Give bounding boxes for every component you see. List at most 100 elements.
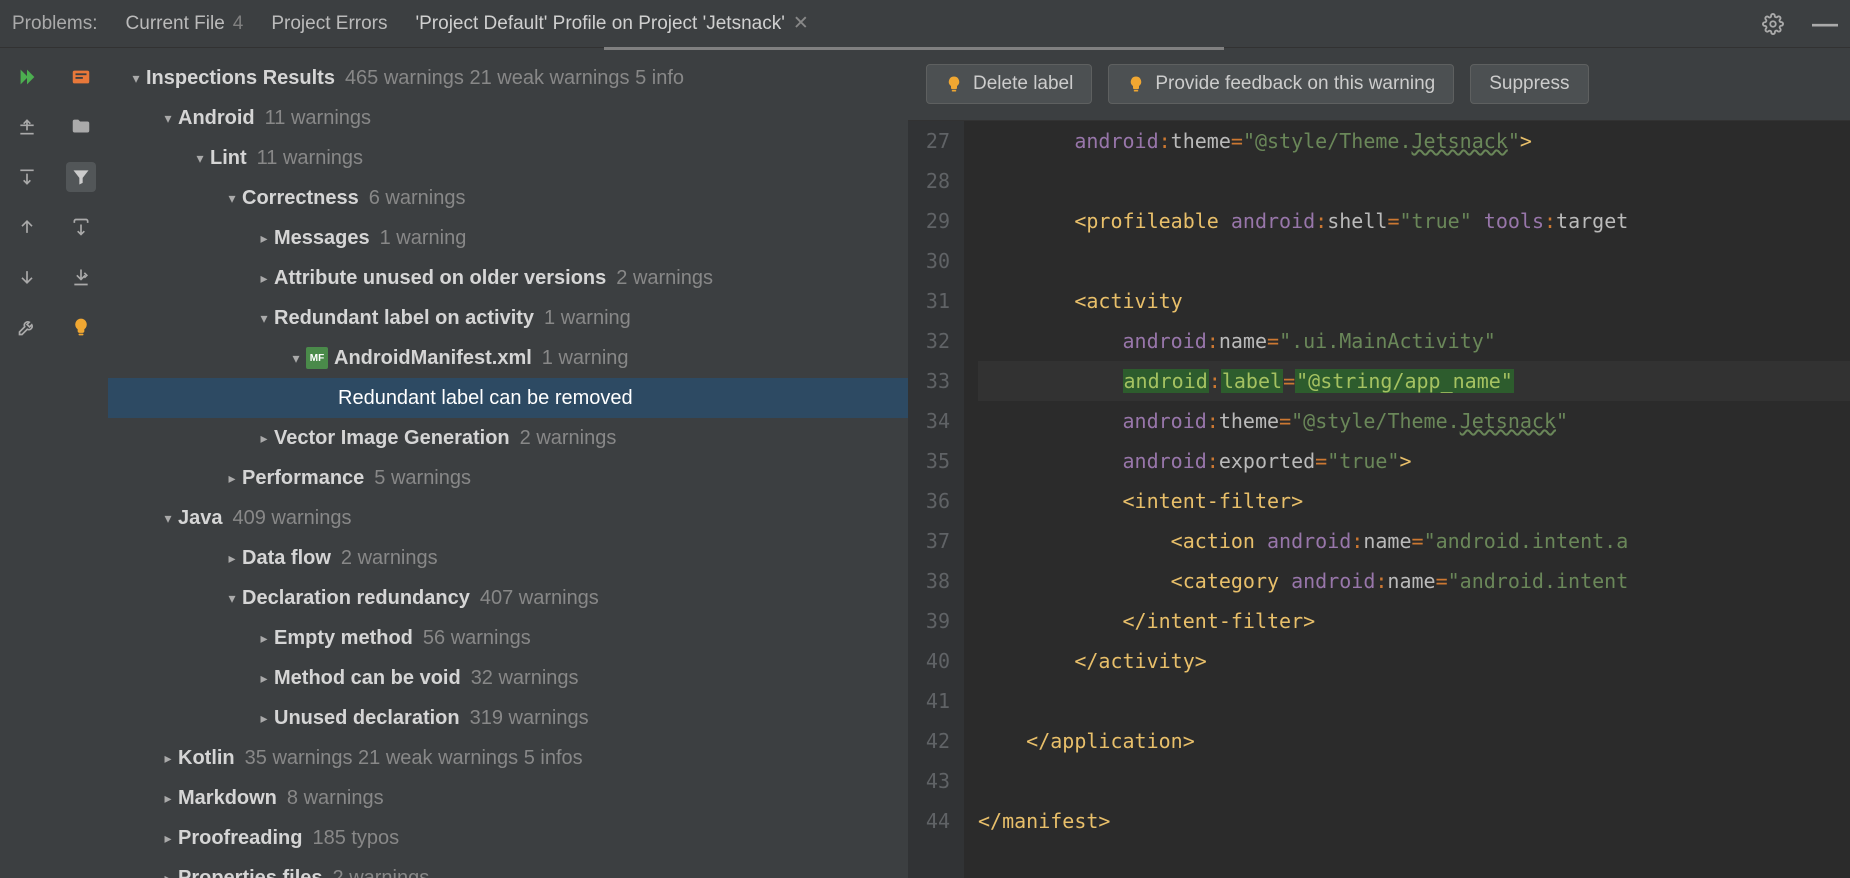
tree-meta: 319 warnings — [470, 707, 589, 730]
problems-label: Problems: — [12, 13, 98, 35]
export-icon[interactable] — [66, 212, 96, 242]
editor-pane: Delete label Provide feedback on this wa… — [908, 48, 1850, 878]
tree-meta: 1 warning — [380, 227, 467, 250]
tree-meta: 32 warnings — [471, 667, 579, 690]
tree-meta: 6 warnings — [369, 187, 466, 210]
tree-row[interactable]: ▸Proofreading185 typos — [108, 818, 908, 858]
tree-row[interactable]: ▾Lint 11 warnings — [108, 138, 908, 178]
import-icon[interactable] — [66, 262, 96, 292]
tree-label: Correctness — [242, 187, 359, 210]
tree-label: Proofreading — [178, 827, 302, 850]
suppress-button[interactable]: Suppress — [1470, 64, 1588, 104]
tree-meta: 1 warning — [542, 347, 629, 370]
tree-label: Attribute unused on older versions — [274, 267, 606, 290]
tree-row[interactable]: Redundant label can be removed — [108, 378, 908, 418]
chevron-right-icon[interactable]: ▸ — [158, 750, 178, 767]
tab-current-file[interactable]: Current File 4 — [126, 13, 244, 35]
tree-label: Android — [178, 107, 255, 130]
tree-label: Empty method — [274, 627, 413, 650]
chevron-right-icon[interactable]: ▸ — [222, 550, 242, 567]
collapse-all-icon[interactable] — [12, 162, 42, 192]
tree-meta: 2 warnings — [616, 267, 713, 290]
bulb-icon — [1127, 75, 1145, 93]
chevron-down-icon[interactable]: ▾ — [190, 150, 210, 167]
tree-meta: 2 warnings — [341, 547, 438, 570]
tree-row[interactable]: ▾Redundant label on activity 1 warning — [108, 298, 908, 338]
tab-project-errors[interactable]: Project Errors — [271, 13, 387, 35]
highlight-icon[interactable] — [66, 62, 96, 92]
tree-label: Vector Image Generation — [274, 427, 510, 450]
tree-label: AndroidManifest.xml — [334, 347, 532, 370]
expand-all-icon[interactable] — [12, 112, 42, 142]
tree-meta: 11 warnings — [257, 147, 363, 170]
tree-row[interactable]: ▾Java409 warnings — [108, 498, 908, 538]
tree-row[interactable]: ▸Markdown8 warnings — [108, 778, 908, 818]
tree-row[interactable]: ▾Correctness 6 warnings — [108, 178, 908, 218]
chevron-right-icon[interactable]: ▸ — [254, 670, 274, 687]
active-tab-underline — [604, 47, 1224, 50]
gear-icon[interactable] — [1762, 13, 1784, 35]
minimize-icon[interactable]: — — [1812, 8, 1838, 39]
tree-label: Lint — [210, 147, 247, 170]
tree-meta: 35 warnings 21 weak warnings 5 infos — [245, 747, 583, 770]
code-editor[interactable]: 272829303132333435363738394041424344 and… — [908, 121, 1850, 878]
chevron-down-icon[interactable]: ▾ — [158, 110, 178, 127]
chevron-right-icon[interactable]: ▸ — [254, 630, 274, 647]
tree-row[interactable]: ▸Data flow2 warnings — [108, 538, 908, 578]
chevron-down-icon[interactable]: ▾ — [158, 510, 178, 527]
tree-row[interactable]: ▸Empty method56 warnings — [108, 618, 908, 658]
tree-row[interactable]: ▸Performance5 warnings — [108, 458, 908, 498]
tree-label: Messages — [274, 227, 370, 250]
chevron-down-icon[interactable]: ▾ — [126, 70, 146, 87]
wrench-icon[interactable] — [12, 312, 42, 342]
tab-profile-jetsnack[interactable]: 'Project Default' Profile on Project 'Je… — [416, 12, 809, 35]
tree-row[interactable]: ▸Properties files2 warnings — [108, 858, 908, 878]
tree-label: Declaration redundancy — [242, 587, 470, 610]
tree-label: Java — [178, 507, 223, 530]
feedback-button[interactable]: Provide feedback on this warning — [1108, 64, 1454, 104]
tree-meta: 11 warnings — [265, 107, 371, 130]
chevron-right-icon[interactable]: ▸ — [158, 790, 178, 807]
tree-root[interactable]: ▾ Inspections Results 465 warnings 21 we… — [108, 58, 908, 98]
tree-label: Markdown — [178, 787, 277, 810]
tree-label: Redundant label on activity — [274, 307, 534, 330]
code-area[interactable]: android:theme="@style/Theme.Jetsnack"> <… — [964, 121, 1850, 878]
tree-meta: 407 warnings — [480, 587, 599, 610]
quickfix-actions: Delete label Provide feedback on this wa… — [908, 48, 1850, 121]
bulb-icon[interactable] — [66, 312, 96, 342]
chevron-down-icon[interactable]: ▾ — [222, 190, 242, 207]
tree-label: Redundant label can be removed — [338, 387, 633, 410]
tool-column-left2 — [54, 48, 108, 878]
chevron-right-icon[interactable]: ▸ — [254, 230, 274, 247]
folder-icon[interactable] — [66, 112, 96, 142]
chevron-right-icon[interactable]: ▸ — [254, 710, 274, 727]
close-icon[interactable]: ✕ — [793, 12, 809, 35]
next-icon[interactable] — [12, 262, 42, 292]
tree-meta: 2 warnings — [333, 867, 430, 878]
tree-row[interactable]: ▸Messages 1 warning — [108, 218, 908, 258]
rerun-icon[interactable] — [12, 62, 42, 92]
chevron-down-icon[interactable]: ▾ — [254, 310, 274, 327]
filter-icon[interactable] — [66, 162, 96, 192]
tree-meta: 1 warning — [544, 307, 631, 330]
tree-row[interactable]: ▸Vector Image Generation2 warnings — [108, 418, 908, 458]
tree-row[interactable]: ▾Android 11 warnings — [108, 98, 908, 138]
chevron-right-icon[interactable]: ▸ — [158, 870, 178, 878]
tree-row[interactable]: ▸Method can be void32 warnings — [108, 658, 908, 698]
problems-tabbar: Problems: Current File 4 Project Errors … — [0, 0, 1850, 48]
chevron-right-icon[interactable]: ▸ — [254, 270, 274, 287]
chevron-down-icon[interactable]: ▾ — [286, 350, 306, 367]
tree-row[interactable]: ▸Unused declaration319 warnings — [108, 698, 908, 738]
tree-row[interactable]: ▸Kotlin35 warnings 21 weak warnings 5 in… — [108, 738, 908, 778]
tree-row[interactable]: ▾Declaration redundancy 407 warnings — [108, 578, 908, 618]
chevron-down-icon[interactable]: ▾ — [222, 590, 242, 607]
chevron-right-icon[interactable]: ▸ — [254, 430, 274, 447]
inspections-tree[interactable]: ▾ Inspections Results 465 warnings 21 we… — [108, 48, 908, 878]
prev-icon[interactable] — [12, 212, 42, 242]
chevron-right-icon[interactable]: ▸ — [222, 470, 242, 487]
tree-row[interactable]: ▸Attribute unused on older versions 2 war… — [108, 258, 908, 298]
line-gutter: 272829303132333435363738394041424344 — [908, 121, 964, 878]
delete-label-button[interactable]: Delete label — [926, 64, 1092, 104]
tree-row[interactable]: ▾MFAndroidManifest.xml1 warning — [108, 338, 908, 378]
chevron-right-icon[interactable]: ▸ — [158, 830, 178, 847]
